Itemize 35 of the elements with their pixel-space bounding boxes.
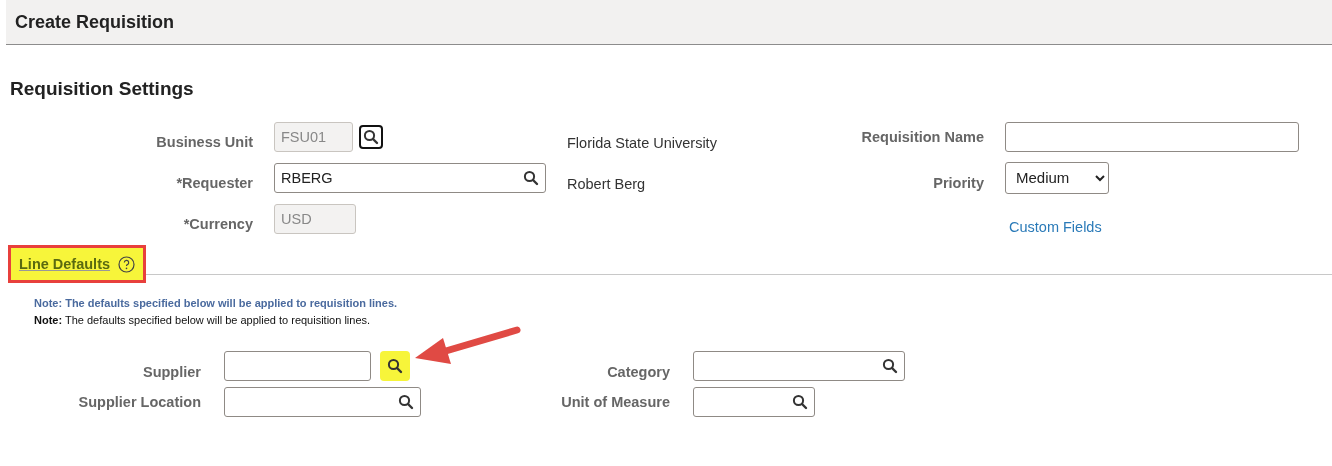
section-title: Line Defaults xyxy=(19,256,111,272)
text-field[interactable] xyxy=(1005,121,1299,152)
search-icon xyxy=(398,394,414,410)
field-label: Supplier xyxy=(143,363,201,380)
note-text: Note: The defaults specified below will be applied to requisition lines. xyxy=(34,314,372,326)
currency-field[interactable]: USD xyxy=(274,203,356,234)
field-label: Category xyxy=(607,363,670,380)
field-label: Business Unit xyxy=(156,132,253,150)
field-label: Supplier Location xyxy=(78,394,201,410)
lookup-field[interactable] xyxy=(693,387,815,417)
lookup-field[interactable] xyxy=(693,351,905,381)
search-icon xyxy=(523,169,539,186)
section-title: Requisition Settings xyxy=(10,78,195,100)
note-text: Note: The defaults specified below will be applied to requisition lines. xyxy=(34,297,399,309)
priority-select[interactable]: Medium xyxy=(1005,161,1109,194)
field-label: Requisition Name xyxy=(861,128,984,145)
search-icon xyxy=(387,358,403,374)
lookup-button[interactable] xyxy=(359,124,383,149)
business-unit-field[interactable]: FSU01 xyxy=(274,121,353,152)
requester-field[interactable]: RBERG xyxy=(274,162,546,193)
field-label: *Currency xyxy=(183,214,253,232)
field-description: Florida State University xyxy=(567,133,718,151)
field-label: Unit of Measure xyxy=(561,394,670,410)
search-icon xyxy=(363,128,379,145)
lookup-field[interactable] xyxy=(224,387,421,417)
supplier-field[interactable] xyxy=(224,351,371,381)
field-description: Robert Berg xyxy=(567,174,647,192)
help-icon[interactable] xyxy=(118,255,136,273)
search-icon xyxy=(792,394,808,410)
lookup-button[interactable] xyxy=(380,351,410,381)
custom-fields-link[interactable]: Custom Fields xyxy=(1005,202,1332,235)
field-label: Priority xyxy=(933,173,984,191)
search-icon xyxy=(882,358,898,374)
page-title: Create Requisition xyxy=(15,11,175,33)
field-label: *Requester xyxy=(176,173,253,191)
